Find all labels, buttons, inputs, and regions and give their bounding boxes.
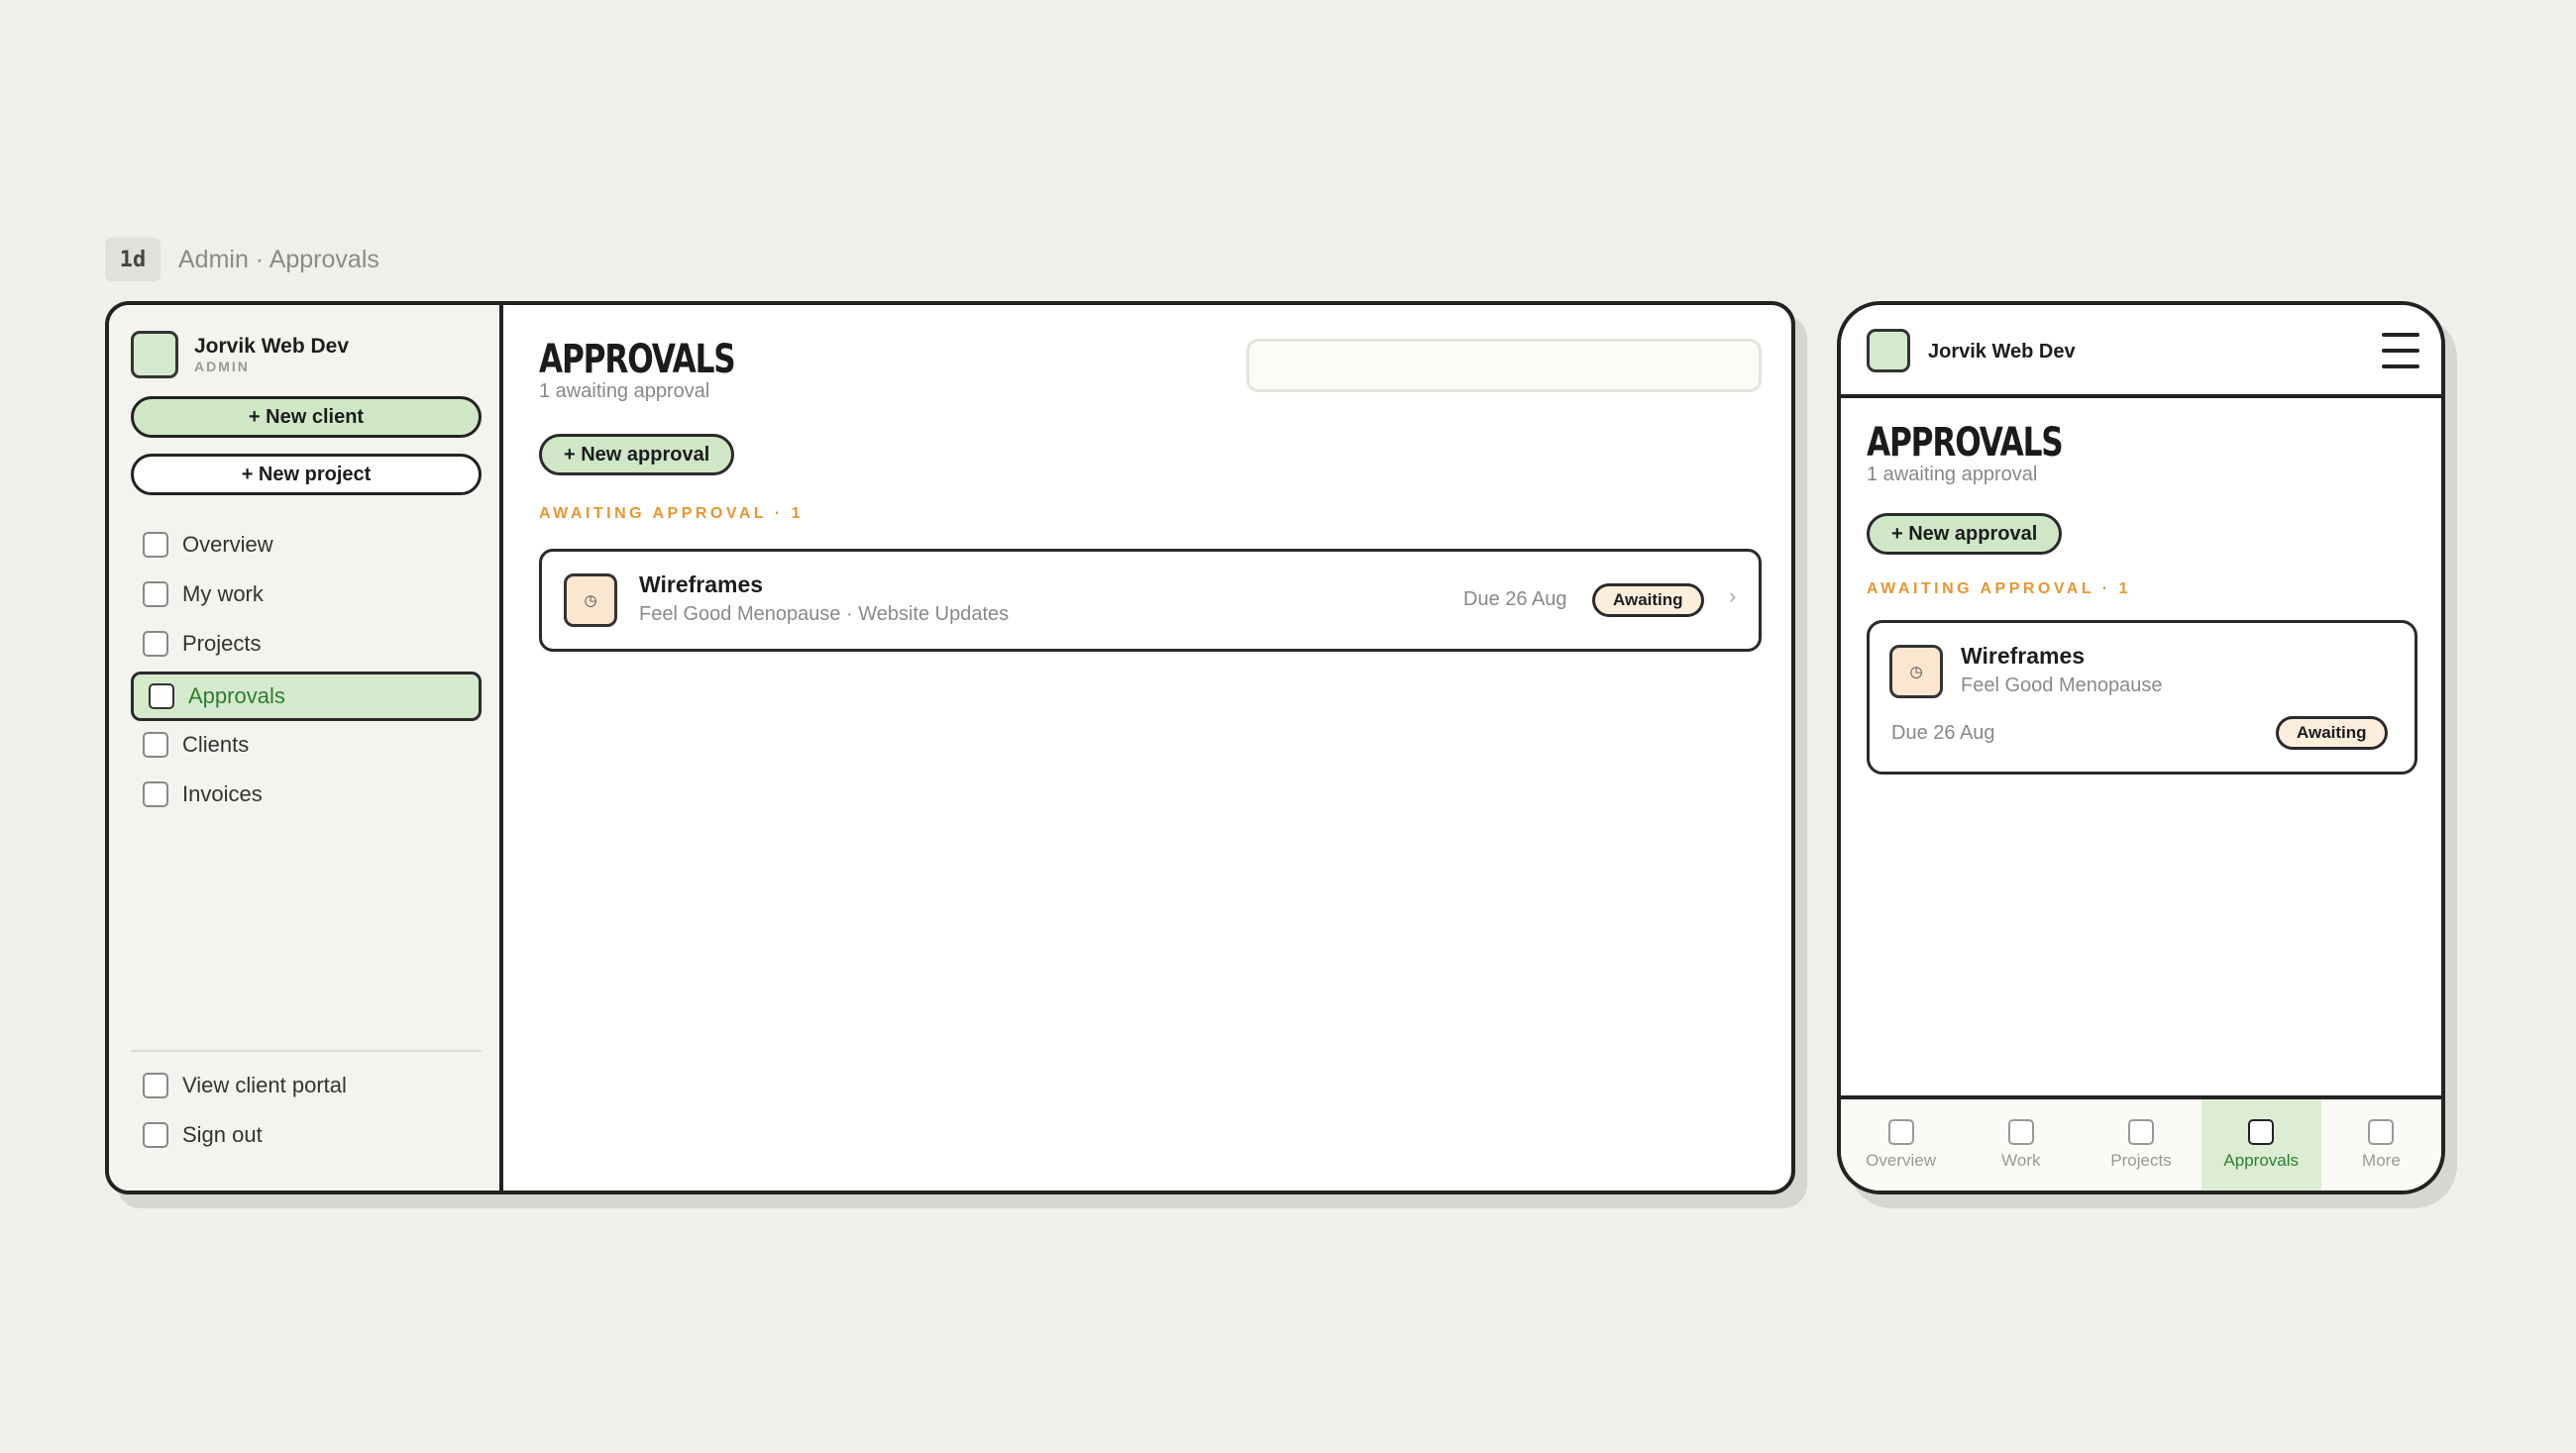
sidebar-item-label: My work [182, 581, 264, 606]
tab-label: More [2362, 1151, 2401, 1170]
new-project-button[interactable]: + New project [131, 454, 482, 495]
mobile-tab-bar: Overview Work Projects Approvals More [1841, 1095, 2441, 1191]
tab-overview[interactable]: Overview [1841, 1099, 1961, 1191]
overview-icon [143, 532, 168, 558]
page-subtitle: 1 awaiting approval [539, 380, 710, 402]
status-badge: Awaiting [1592, 583, 1704, 617]
desktop-frame: Jorvik Web Dev ADMIN + New client + New … [105, 301, 1795, 1194]
sidebar-item-label: Clients [182, 732, 250, 757]
my-work-icon [143, 581, 168, 607]
new-approval-button[interactable]: + New approval [539, 434, 735, 475]
brand: Jorvik Web Dev ADMIN [131, 331, 349, 378]
brand-role: ADMIN [194, 359, 250, 374]
clock-icon: ◷ [564, 573, 617, 627]
page-title: APPROVALS [1867, 420, 2064, 466]
more-icon [2368, 1119, 2395, 1145]
approval-due-date: Due 26 Aug [1891, 722, 1995, 744]
sidebar-item-sign-out[interactable]: Sign out [131, 1113, 482, 1157]
sidebar-item-invoices[interactable]: Invoices [131, 773, 482, 816]
frame-breadcrumb: Admin · Approvals [178, 245, 379, 273]
clock-icon: ◷ [1889, 645, 1943, 698]
approvals-icon [149, 683, 174, 709]
sidebar-footer-nav: View client portal Sign out [131, 1064, 482, 1163]
approval-subtitle: Feel Good Menopause [1961, 675, 2163, 696]
mobile-header: Jorvik Web Dev [1841, 305, 2441, 398]
sidebar-item-label: Invoices [182, 781, 263, 806]
approval-title: Wireframes [639, 571, 764, 597]
sidebar-item-projects[interactable]: Projects [131, 622, 482, 666]
main-content: APPROVALS 1 awaiting approval + New appr… [503, 305, 1791, 1191]
chevron-right-icon: › [1729, 583, 1737, 608]
page-subtitle: 1 awaiting approval [1867, 464, 2038, 485]
sidebar-divider [131, 1050, 482, 1052]
projects-icon [143, 631, 168, 657]
tab-approvals[interactable]: Approvals [2200, 1099, 2321, 1191]
frame-caption: 1d Admin · Approvals [105, 238, 379, 281]
sidebar-item-label: Overview [182, 532, 273, 557]
brand-name: Jorvik Web Dev [1928, 341, 2076, 363]
status-badge: Awaiting [2276, 716, 2388, 750]
portal-icon [143, 1073, 168, 1098]
search-input[interactable] [1246, 339, 1762, 392]
approval-title: Wireframes [1961, 643, 2086, 669]
approval-card[interactable]: ◷ Wireframes Feel Good Menopause Due 26 … [1867, 620, 2417, 775]
brand-logo [1867, 329, 1910, 372]
overview-icon [1887, 1119, 1914, 1145]
approval-subtitle: Feel Good Menopause · Website Updates [639, 603, 1010, 625]
tab-label: Overview [1866, 1151, 1937, 1170]
approval-row[interactable]: ◷ Wireframes Feel Good Menopause · Websi… [539, 549, 1762, 652]
tab-work[interactable]: Work [1961, 1099, 2081, 1191]
section-label-awaiting: AWAITING APPROVAL · 1 [1867, 580, 2131, 597]
sidebar-item-clients[interactable]: Clients [131, 723, 482, 767]
brand-logo [131, 331, 178, 378]
menu-icon[interactable] [2382, 333, 2419, 368]
sidebar-item-my-work[interactable]: My work [131, 572, 482, 616]
clients-icon [143, 732, 168, 758]
tab-projects[interactable]: Projects [2081, 1099, 2200, 1191]
sidebar-item-label: Approvals [188, 683, 285, 708]
invoices-icon [143, 781, 168, 807]
new-approval-button[interactable]: + New approval [1867, 513, 2063, 555]
sidebar-item-label: Projects [182, 631, 262, 656]
work-icon [2007, 1119, 2034, 1145]
approval-due-date: Due 26 Aug [1463, 588, 1567, 610]
sidebar-item-view-client-portal[interactable]: View client portal [131, 1064, 482, 1107]
new-client-button[interactable]: + New client [131, 396, 482, 438]
projects-icon [2128, 1119, 2154, 1145]
approvals-icon [2248, 1119, 2275, 1145]
section-label-awaiting: AWAITING APPROVAL · 1 [539, 505, 804, 522]
sidebar: Jorvik Web Dev ADMIN + New client + New … [109, 305, 503, 1191]
tab-label: Approvals [2223, 1151, 2300, 1170]
frame-tag: 1d [105, 238, 161, 281]
sidebar-item-approvals[interactable]: Approvals [131, 672, 482, 721]
mobile-frame: Jorvik Web Dev APPROVALS 1 awaiting appr… [1837, 301, 2445, 1194]
sidebar-nav: Overview My work Projects Approvals Clie… [131, 523, 482, 822]
page-title: APPROVALS [539, 337, 736, 382]
sidebar-item-label: View client portal [182, 1073, 347, 1097]
brand-name: Jorvik Web Dev [194, 335, 350, 358]
sidebar-item-label: Sign out [182, 1122, 263, 1147]
tab-label: Work [2001, 1151, 2041, 1170]
tab-more[interactable]: More [2321, 1099, 2441, 1191]
sign-out-icon [143, 1122, 168, 1148]
tab-label: Projects [2110, 1151, 2172, 1170]
sidebar-item-overview[interactable]: Overview [131, 523, 482, 567]
